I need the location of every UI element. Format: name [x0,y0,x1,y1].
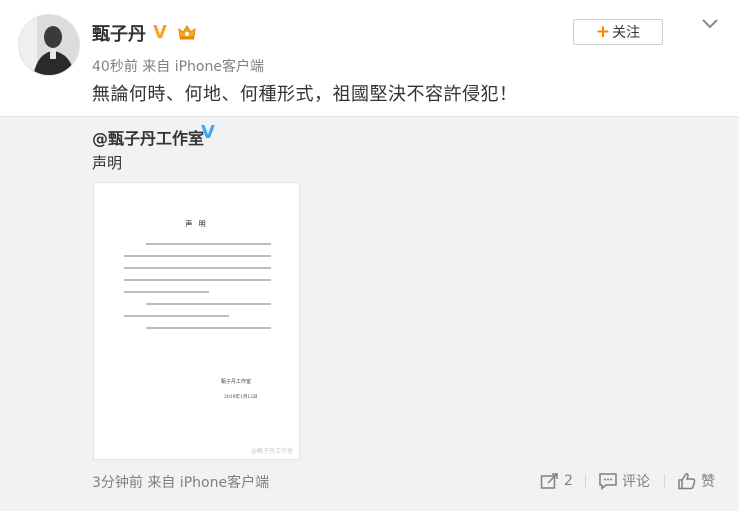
divider [664,474,665,489]
like-button[interactable]: 赞 [677,470,715,492]
plus-icon: + [595,21,611,42]
doc-date: 2019年1月12日 [224,395,258,400]
verified-badge-icon: V [153,22,167,43]
repost-time: 3分钟前 来自 iPhone客户端 [92,475,270,491]
follow-button[interactable]: + 关注 [573,19,663,45]
author-name[interactable]: 甄子丹 [92,20,146,46]
post-text: 無論何時、何地、何種形式，祖國堅決不容許侵犯！ [92,84,518,105]
repost-author[interactable]: @甄子丹工作室 [92,125,204,149]
doc-title: 声 明 [185,220,208,228]
comment-icon [599,473,617,490]
comment-label: 评论 [622,474,650,490]
chevron-down-icon[interactable] [700,16,720,32]
thumbs-up-icon [678,473,696,490]
forward-icon [540,473,558,489]
vip-crown-icon [176,23,198,41]
comment-button[interactable]: 评论 [598,470,650,492]
forward-count: 2 [564,473,573,489]
forward-button[interactable]: 2 [540,470,573,492]
verified-badge-icon: V [201,122,215,143]
doc-signature: 甄子丹工作室 [221,379,252,385]
avatar-photo [19,15,79,75]
divider [585,474,586,489]
statement-image[interactable]: 声 明 甄子丹工作室 2019年1月12日 @甄子丹工作室 [93,182,300,460]
post-time: 40秒前 来自 iPhone客户端 [92,59,264,75]
like-label: 赞 [701,474,715,490]
doc-watermark: @甄子丹工作室 [250,448,293,455]
repost-text: 声明 [92,154,123,172]
avatar[interactable] [18,14,80,76]
follow-label: 关注 [612,25,641,41]
